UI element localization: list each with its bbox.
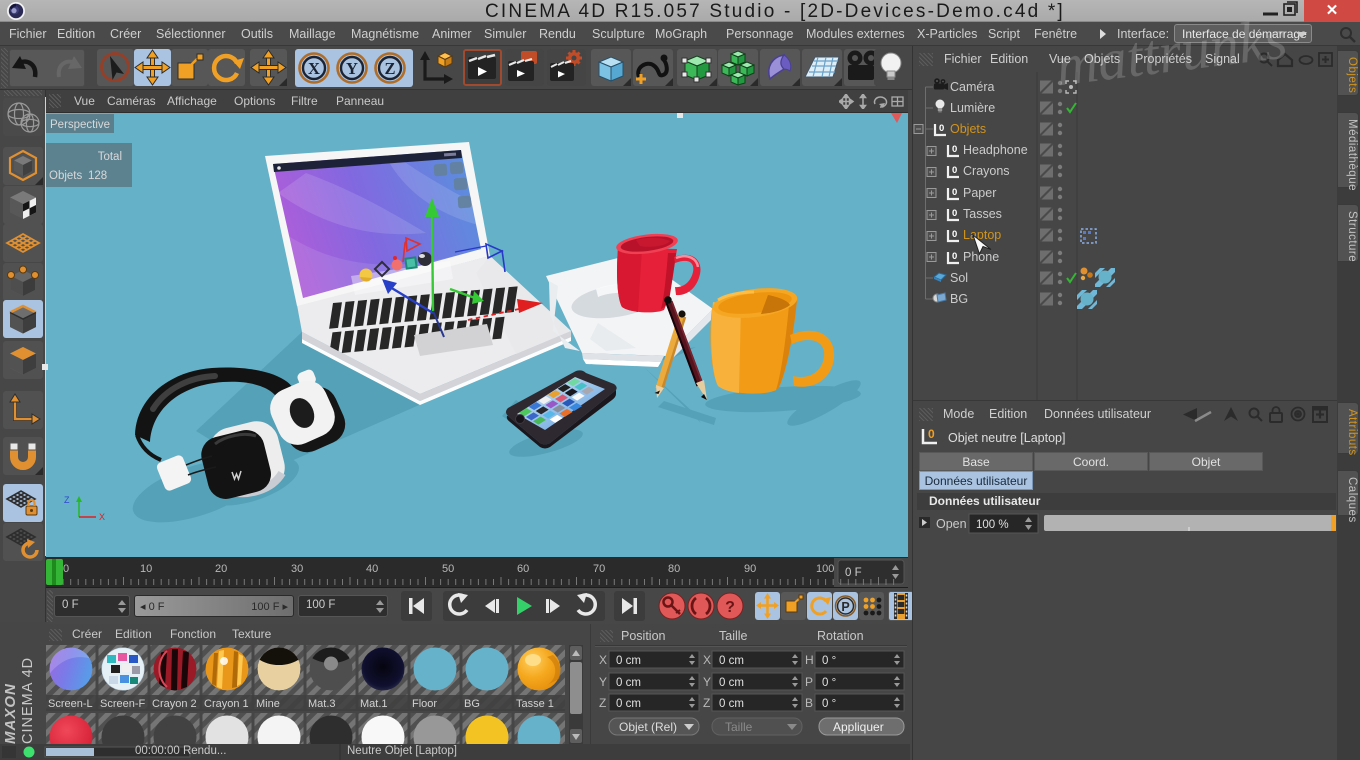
svg-text:100 %: 100 % — [976, 519, 1009, 531]
svg-text:Lumière: Lumière — [950, 101, 995, 115]
svg-text:100: 100 — [816, 563, 834, 575]
svg-text:0 °: 0 ° — [822, 655, 836, 667]
svg-text:Caméra: Caméra — [950, 80, 995, 94]
svg-text:Crayon 2: Crayon 2 — [152, 698, 197, 710]
svg-text:Tasse 1: Tasse 1 — [516, 698, 554, 710]
svg-text:0 cm: 0 cm — [719, 655, 744, 667]
svg-text:0 °: 0 ° — [822, 698, 836, 710]
svg-text:Mine: Mine — [256, 698, 280, 710]
svg-text:Appliquer: Appliquer — [833, 720, 884, 734]
svg-text:Headphone: Headphone — [963, 143, 1028, 157]
svg-text:X: X — [99, 512, 105, 522]
svg-text:70: 70 — [593, 563, 605, 575]
svg-text:0 cm: 0 cm — [616, 698, 641, 710]
svg-text:Screen-F: Screen-F — [100, 698, 146, 710]
svg-text:0 cm: 0 cm — [616, 677, 641, 689]
svg-text:Total: Total — [98, 151, 122, 163]
svg-text:H: H — [805, 653, 814, 667]
svg-text:Taille: Taille — [725, 720, 753, 734]
svg-text:X: X — [599, 653, 607, 667]
svg-text:Screen-L: Screen-L — [48, 698, 93, 710]
svg-text:Objets: Objets — [950, 122, 986, 136]
svg-text:Objets: Objets — [49, 170, 82, 182]
svg-text:Y: Y — [703, 675, 711, 689]
svg-text:Floor: Floor — [412, 698, 437, 710]
svg-text:Open: Open — [936, 517, 967, 531]
svg-text:0 F: 0 F — [845, 567, 862, 579]
svg-text:80: 80 — [668, 563, 680, 575]
svg-text:0 °: 0 ° — [822, 677, 836, 689]
svg-text:60: 60 — [517, 563, 529, 575]
svg-text:?: ? — [725, 599, 735, 616]
svg-text:P: P — [805, 675, 813, 689]
svg-text:Y: Y — [599, 675, 607, 689]
svg-text:Paper: Paper — [963, 186, 996, 200]
svg-text:B: B — [805, 696, 813, 710]
svg-text:Mat.1: Mat.1 — [360, 698, 388, 710]
svg-text:Z: Z — [703, 696, 710, 710]
svg-text:10: 10 — [140, 563, 152, 575]
svg-text:Sol: Sol — [950, 271, 968, 285]
svg-text:BG: BG — [950, 292, 968, 306]
svg-text:Z: Z — [64, 495, 70, 505]
svg-text:BG: BG — [464, 698, 480, 710]
svg-text:P: P — [841, 600, 849, 614]
svg-text:90: 90 — [744, 563, 756, 575]
svg-text:Crayon 1: Crayon 1 — [204, 698, 249, 710]
svg-text:Z: Z — [384, 59, 395, 78]
svg-text:0: 0 — [939, 123, 944, 134]
svg-text:Y: Y — [346, 59, 358, 78]
svg-text:Objet (Rel): Objet (Rel) — [619, 720, 677, 734]
svg-text:0: 0 — [928, 427, 935, 441]
svg-text:Z: Z — [599, 696, 606, 710]
svg-text:0: 0 — [63, 563, 69, 575]
svg-text:Perspective: Perspective — [50, 119, 110, 131]
svg-text:Phone: Phone — [963, 250, 999, 264]
svg-text:40: 40 — [366, 563, 378, 575]
svg-text:X: X — [308, 59, 320, 78]
svg-text:0 cm: 0 cm — [719, 677, 744, 689]
svg-text:Tasses: Tasses — [963, 207, 1002, 221]
svg-text:20: 20 — [215, 563, 227, 575]
svg-text:0 cm: 0 cm — [719, 698, 744, 710]
svg-text:30: 30 — [291, 563, 303, 575]
svg-text:128: 128 — [88, 170, 107, 182]
svg-text:X: X — [703, 653, 711, 667]
svg-text:Mat.3: Mat.3 — [308, 698, 336, 710]
svg-text:0 cm: 0 cm — [616, 655, 641, 667]
svg-text:50: 50 — [442, 563, 454, 575]
svg-text:Laptop: Laptop — [963, 228, 1001, 242]
svg-text:Crayons: Crayons — [963, 164, 1010, 178]
